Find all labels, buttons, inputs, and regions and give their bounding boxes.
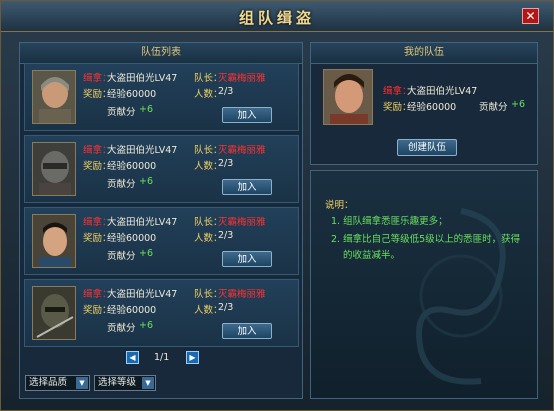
join-button[interactable]: 加入 (222, 179, 272, 195)
reward-value: 经验60000 (107, 305, 157, 316)
helmeted-soldier-portrait (32, 70, 76, 124)
join-button[interactable]: 加入 (222, 251, 272, 267)
members-count: 2/3 (218, 302, 234, 313)
members-count: 2/3 (218, 230, 234, 241)
leader-name: 灭霸梅丽雅 (218, 289, 266, 300)
close-button[interactable]: ✕ (522, 8, 539, 24)
leader-name: 灭霸梅丽雅 (218, 73, 266, 84)
team-row: 缉拿： 大盗田伯光LV47 队长： 灭霸梅丽雅 奖励： 经验60000 人数： … (24, 135, 299, 203)
join-button[interactable]: 加入 (222, 323, 272, 339)
window-title: 组队缉盗 (238, 9, 315, 27)
contrib-label: 贡献分 (107, 251, 136, 262)
reward-value: 经验60000 (107, 89, 157, 100)
members-count: 2/3 (218, 158, 234, 169)
chevron-down-icon[interactable]: ▼ (142, 377, 154, 389)
wanted-target: 大盗田伯光LV47 (107, 289, 178, 300)
chevron-down-icon[interactable]: ▼ (76, 377, 88, 389)
contrib-label: 贡献分 (107, 107, 136, 118)
team-row: 缉拿： 大盗田伯光LV47 队长： 灭霸梅丽雅 奖励： 经验60000 人数： … (24, 63, 299, 131)
team-list-panel: 队伍列表 缉拿： 大盗田伯光LV47 队长： 灭霸梅丽雅 奖励： 经验60000… (19, 42, 303, 399)
contrib-value: +6 (139, 176, 154, 187)
team-list-header: 队伍列表 (20, 43, 302, 64)
my-team-header: 我的队伍 (311, 43, 537, 64)
leader-name: 灭霸梅丽雅 (218, 217, 266, 228)
page-indicator: 1/1 (154, 352, 170, 363)
title-bar[interactable]: 组队缉盗 ✕ (1, 1, 553, 32)
level-select-value: 选择等级 (98, 377, 137, 388)
contrib-value: +6 (139, 104, 154, 115)
my-contrib-value: +6 (511, 99, 526, 110)
reward-value: 经验60000 (107, 233, 157, 244)
quality-select-value: 选择品质 (29, 377, 68, 388)
masked-bandit-portrait (32, 142, 76, 196)
team-hunt-window: 组队缉盗 ✕ 队伍列表 缉拿： 大盗田伯光LV47 队长： 灭霸梅丽雅 奖励： … (0, 0, 554, 411)
create-team-button[interactable]: 创建队伍 (397, 139, 457, 156)
team-row: 缉拿： 大盗田伯光LV47 队长： 灭霸梅丽雅 奖励： 经验60000 人数： … (24, 279, 299, 347)
notes-line-2-cont: 的收益减半。 (343, 250, 401, 261)
join-button[interactable]: 加入 (222, 107, 272, 123)
prev-page-icon[interactable]: ◀ (126, 351, 139, 364)
quality-select[interactable]: 选择品质 ▼ (25, 375, 90, 391)
wanted-target: 大盗田伯光LV47 (107, 73, 178, 84)
notes-line-2: 2. 缉拿比自己等级低5级以上的悉匪时，获得 (331, 234, 521, 245)
level-select[interactable]: 选择等级 ▼ (94, 375, 156, 391)
contrib-value: +6 (139, 320, 154, 331)
hooded-assassin-portrait (32, 286, 76, 340)
notes-panel: 说明： 1. 组队缉拿悉匪乐趣更多； 2. 缉拿比自己等级低5级以上的悉匪时，获… (310, 170, 538, 399)
my-contrib-label: 贡献分 (479, 102, 508, 113)
my-reward-value: 经验60000 (407, 102, 457, 113)
leader-name: 灭霸梅丽雅 (218, 145, 266, 156)
contrib-value: +6 (139, 248, 154, 259)
contrib-label: 贡献分 (107, 323, 136, 334)
my-wanted-target: 大盗田伯光LV47 (407, 86, 478, 97)
hero-portrait (323, 69, 373, 125)
team-row: 缉拿： 大盗田伯光LV47 队长： 灭霸梅丽雅 奖励： 经验60000 人数： … (24, 207, 299, 275)
members-count: 2/3 (218, 86, 234, 97)
young-swordsman-portrait (32, 214, 76, 268)
notes-title: 说明： (325, 200, 354, 211)
wanted-target: 大盗田伯光LV47 (107, 217, 178, 228)
reward-value: 经验60000 (107, 161, 157, 172)
contrib-label: 贡献分 (107, 179, 136, 190)
notes-line-1: 1. 组队缉拿悉匪乐趣更多； (331, 216, 448, 227)
next-page-icon[interactable]: ▶ (186, 351, 199, 364)
wanted-target: 大盗田伯光LV47 (107, 145, 178, 156)
dragon-watermark-icon (416, 208, 506, 385)
